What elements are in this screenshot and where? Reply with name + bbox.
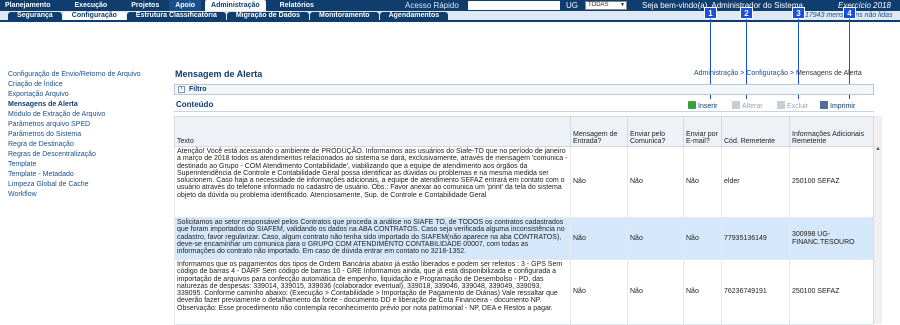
exclude-button[interactable]: Excluir xyxy=(777,101,808,111)
sidebar-item-parametros-sistema[interactable]: Parâmetros do Sistema xyxy=(8,130,168,140)
ug-selected-value: TODAS xyxy=(588,2,609,8)
welcome-message: Seja bem-vindo(a), Administrador do Sist… xyxy=(642,1,803,10)
exclude-label: Excluir xyxy=(787,103,809,110)
sidebar-item-criacao-indice[interactable]: Criação de Índice xyxy=(8,80,168,90)
callout-1: 1 xyxy=(704,7,717,19)
trash-icon xyxy=(777,101,785,109)
tab-monitoramento[interactable]: Monitoramento xyxy=(310,12,379,20)
table-row[interactable]: Solicitamos ao setor responsável pelos C… xyxy=(174,217,874,260)
sidebar-item-exportacao-arquivo[interactable]: Exportação Arquivo xyxy=(8,90,168,100)
page-title: Mensagem de Alerta xyxy=(175,69,263,79)
print-label: Imprimir xyxy=(830,103,856,110)
menu-projetos[interactable]: Projetos xyxy=(125,0,165,11)
sidebar-item-workflow[interactable]: Workflow xyxy=(8,190,168,200)
tab-agendamentos[interactable]: Agendamentos xyxy=(379,12,449,20)
sidebar-item-descentralizacao[interactable]: Regras de Descentralização xyxy=(8,150,168,160)
sidebar: Configuração de Envio/Retorno de Arquivo… xyxy=(8,70,168,200)
cell-cod-remetente: elder xyxy=(721,146,790,218)
breadcrumb: Administração > Configuração > Mensagens… xyxy=(694,70,862,77)
print-button[interactable]: Imprimir xyxy=(820,101,855,111)
printer-icon xyxy=(820,101,828,109)
submenu-tabs: Segurança Configuração Estrutura Classif… xyxy=(0,12,449,20)
insert-button[interactable]: Inserir xyxy=(688,101,717,111)
callout-3: 3 xyxy=(792,7,805,19)
cell-email: Não xyxy=(683,146,722,218)
column-header-cod-remetente[interactable]: Cód. Remetente xyxy=(721,116,790,147)
column-header-email[interactable]: Enviar por E-mail? xyxy=(683,116,722,147)
quick-access-label: Acesso Rápido xyxy=(405,1,459,10)
table-row[interactable]: Atenção! Você está acessando o ambiente … xyxy=(174,146,874,218)
cell-comunica: Não xyxy=(627,259,684,325)
plus-icon xyxy=(688,101,696,109)
cell-texto: Atenção! Você está acessando o ambiente … xyxy=(174,146,571,218)
cell-comunica: Não xyxy=(627,146,684,218)
menu-execucao[interactable]: Execução xyxy=(69,0,114,11)
edit-icon xyxy=(732,101,740,109)
cell-info-remetente: 250100 SEFAZ xyxy=(789,259,874,325)
cell-texto: Informamos que os pagamentos dos tipos d… xyxy=(174,259,571,325)
alter-label: Alterar xyxy=(742,103,763,110)
column-header-texto[interactable]: Texto xyxy=(174,116,571,147)
cell-texto: Solicitamos ao setor responsável pelos C… xyxy=(174,217,571,260)
sidebar-item-regra-destinacao[interactable]: Regra de Destinação xyxy=(8,140,168,150)
cell-entrada: Não xyxy=(570,217,628,260)
breadcrumb-current: Mensagens de Alerta xyxy=(795,70,862,77)
cell-info-remetente: 250100 SEFAZ xyxy=(789,146,874,218)
tab-estrutura-classificatoria[interactable]: Estrutura Classificatória xyxy=(126,12,226,20)
sidebar-item-extracao-arquivo[interactable]: Módulo de Extração de Arquivo xyxy=(8,110,168,120)
filter-panel[interactable]: › Filtro xyxy=(174,84,874,95)
top-menu-bar: Planejamento Execução Projetos Apoio Adm… xyxy=(0,0,900,11)
callout-2: 2 xyxy=(740,7,753,19)
cell-entrada: Não xyxy=(570,259,628,325)
sidebar-item-limpeza-cache[interactable]: Limpeza Global de Cache xyxy=(8,180,168,190)
insert-label: Inserir xyxy=(698,103,718,110)
tab-configuracao[interactable]: Configuração xyxy=(62,12,126,20)
sidebar-item-template-metadado[interactable]: Template - Metadado xyxy=(8,170,168,180)
callout-4: 4 xyxy=(843,7,856,19)
menu-relatorios[interactable]: Relatórios xyxy=(274,0,320,11)
content-label: Conteúdo xyxy=(176,100,214,109)
cell-cod-remetente: 77935136149 xyxy=(721,217,790,260)
divider xyxy=(0,20,900,22)
alert-messages-table: Texto Mensagem de Entrada? Enviar pelo C… xyxy=(174,116,874,325)
ug-select[interactable]: TODAS ▼ xyxy=(585,1,627,10)
chevron-down-icon: ▼ xyxy=(620,2,625,8)
content-header: Conteúdo xyxy=(174,99,874,112)
menu-planejamento[interactable]: Planejamento xyxy=(0,0,57,11)
submenu-bar: Segurança Configuração Estrutura Classif… xyxy=(0,11,900,20)
tab-migracao-dados[interactable]: Migração de Dados xyxy=(226,12,310,20)
ug-label: UG xyxy=(566,1,578,10)
cell-entrada: Não xyxy=(570,146,628,218)
cell-email: Não xyxy=(683,217,722,260)
menu-apoio[interactable]: Apoio xyxy=(169,0,202,11)
sidebar-item-template[interactable]: Template xyxy=(8,160,168,170)
menu-administracao[interactable]: Administração xyxy=(205,0,266,11)
column-header-entrada[interactable]: Mensagem de Entrada? xyxy=(570,116,628,147)
breadcrumb-administracao[interactable]: Administração xyxy=(694,70,738,77)
table-header-row: Texto Mensagem de Entrada? Enviar pelo C… xyxy=(174,116,874,147)
cell-comunica: Não xyxy=(627,217,684,260)
quick-access-input[interactable] xyxy=(468,1,560,10)
sidebar-item-sped[interactable]: Parâmetros arquivo SPED xyxy=(8,120,168,130)
sidebar-item-mensagens-alerta[interactable]: Mensagens de Alerta xyxy=(8,100,168,110)
alter-button[interactable]: Alterar xyxy=(732,101,763,111)
expand-icon[interactable]: › xyxy=(178,86,185,93)
cell-email: Não xyxy=(683,259,722,325)
tab-seguranca[interactable]: Segurança xyxy=(8,12,62,20)
scroll-up-icon[interactable]: ▲ xyxy=(875,146,881,152)
column-header-comunica[interactable]: Enviar pelo Comunica? xyxy=(627,116,684,147)
column-header-info-remetente[interactable]: Informações Adicionais Remetente xyxy=(789,116,874,147)
cell-info-remetente: 300998 UG-FINANC.TESOURO xyxy=(789,217,874,260)
table-row[interactable]: Informamos que os pagamentos dos tipos d… xyxy=(174,259,874,325)
filter-label: Filtro xyxy=(189,86,207,93)
main-menu: Planejamento Execução Projetos Apoio Adm… xyxy=(0,0,320,11)
sidebar-item-envio-retorno[interactable]: Configuração de Envio/Retorno de Arquivo xyxy=(8,70,168,80)
cell-cod-remetente: 76236749191 xyxy=(721,259,790,325)
breadcrumb-configuracao[interactable]: Configuração xyxy=(746,70,788,77)
table-scrollbar[interactable]: ▲ xyxy=(873,116,882,324)
